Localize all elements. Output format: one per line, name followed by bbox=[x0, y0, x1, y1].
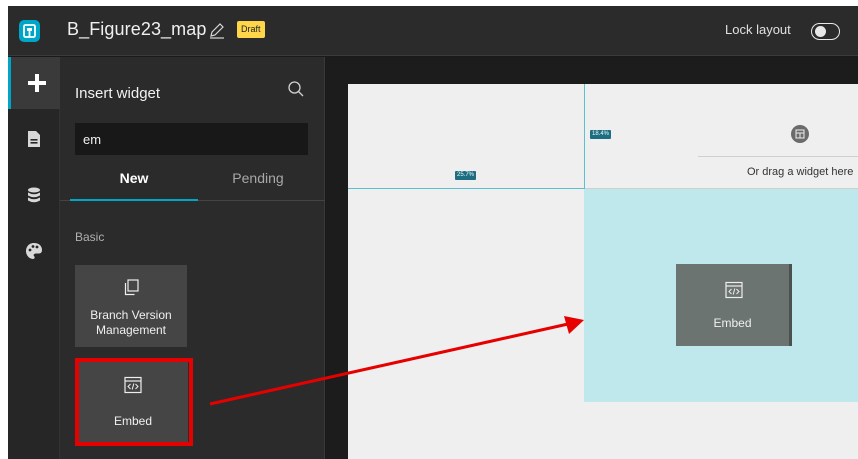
widget-search-input[interactable] bbox=[75, 123, 308, 155]
top-row: 25.7% 18.4% Or drag a widget here bbox=[348, 84, 858, 189]
widget-placeholder-icon bbox=[791, 125, 809, 143]
layout-canvas: 25.7% 18.4% Or drag a widget here Embed bbox=[326, 57, 858, 459]
rail-pages-button[interactable] bbox=[8, 113, 60, 165]
rail-theme-button[interactable] bbox=[8, 225, 60, 277]
app-window: B_Figure23_map Draft Lock layout Insert … bbox=[8, 6, 858, 459]
lock-layout-toggle[interactable] bbox=[811, 23, 840, 40]
widget-card-label: Branch Version Management bbox=[90, 308, 172, 337]
widget-tabs: New Pending bbox=[60, 163, 325, 201]
plus-icon bbox=[28, 74, 46, 92]
app-title: B_Figure23_map bbox=[67, 19, 207, 39]
embed-icon bbox=[725, 281, 743, 304]
section-basic-label: Basic bbox=[75, 230, 105, 244]
placeholder-divider bbox=[698, 156, 858, 157]
drag-widget-placeholder-text: Or drag a widget here bbox=[747, 166, 854, 178]
search-icon[interactable] bbox=[287, 80, 305, 103]
tab-pending[interactable]: Pending bbox=[194, 163, 322, 201]
placed-embed-widget[interactable]: Embed bbox=[676, 264, 792, 346]
left-column[interactable]: 25.7% bbox=[348, 84, 585, 189]
tab-new[interactable]: New bbox=[70, 163, 198, 201]
draft-status-badge: Draft bbox=[237, 21, 265, 38]
embed-highlight-box bbox=[75, 358, 193, 446]
toggle-knob bbox=[815, 26, 826, 37]
page-icon bbox=[28, 131, 40, 147]
rail-insert-widget-button[interactable] bbox=[8, 57, 60, 109]
edit-title-pencil-icon[interactable] bbox=[207, 20, 227, 40]
page-layout: 25.7% 18.4% Or drag a widget here Embed bbox=[348, 84, 858, 459]
database-icon bbox=[28, 187, 40, 203]
placed-widget-label: Embed bbox=[713, 316, 752, 330]
branch-version-icon bbox=[122, 279, 140, 297]
left-sidebar-rail bbox=[8, 57, 60, 459]
panel-title: Insert widget bbox=[75, 85, 161, 102]
app-logo-icon[interactable] bbox=[19, 20, 40, 42]
right-size-tag: 18.4% bbox=[590, 130, 612, 139]
widget-card-branch-version-management[interactable]: Branch Version Management bbox=[75, 265, 187, 347]
header-bar: B_Figure23_map Draft Lock layout bbox=[8, 6, 858, 56]
palette-icon bbox=[26, 243, 42, 259]
lock-layout-label: Lock layout bbox=[725, 22, 791, 37]
drop-zone[interactable]: Embed bbox=[584, 189, 858, 402]
left-size-tag: 25.7% bbox=[455, 171, 477, 180]
rail-data-button[interactable] bbox=[8, 169, 60, 221]
